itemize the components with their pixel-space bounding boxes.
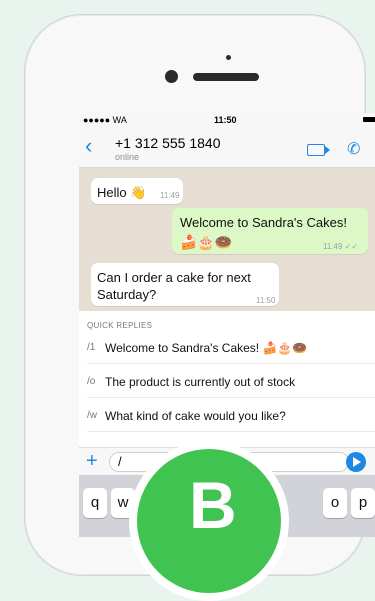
key-o[interactable]: o <box>323 488 347 518</box>
video-call-icon[interactable] <box>307 144 330 156</box>
message-text: Hello 👋 <box>97 185 147 200</box>
contact-status: online <box>115 152 140 162</box>
send-icon[interactable] <box>346 452 366 472</box>
message-emoji: 🍰🎂🍩 <box>180 234 233 250</box>
quick-reply-item[interactable]: /o The product is currently out of stock <box>87 367 375 398</box>
message-text: Can I order a cake for next Saturday? <box>97 270 251 302</box>
status-time: 11:50 <box>214 115 237 125</box>
speaker-grille-icon <box>193 73 259 81</box>
brand-logo-letter: B <box>189 468 237 542</box>
key-p[interactable]: p <box>351 488 375 518</box>
quick-reply-label: What kind of cake would you like? <box>105 409 286 423</box>
contact-name[interactable]: +1 312 555 1840 <box>115 135 221 151</box>
quick-replies-title: QUICK REPLIES <box>87 321 153 330</box>
proximity-sensor-icon <box>226 55 231 60</box>
quick-reply-label: The product is currently out of stock <box>105 375 296 389</box>
quick-reply-item[interactable]: /1 Welcome to Sandra's Cakes! 🍰🎂🍩 <box>87 333 375 364</box>
chat-header: ‹ +1 312 555 1840 online ✆ <box>79 127 375 168</box>
brand-logo-icon: B <box>129 441 289 601</box>
quick-reply-item[interactable]: /w What kind of cake would you like? <box>87 401 375 432</box>
quick-reply-shortcut: /w <box>87 410 97 421</box>
battery-icon <box>363 117 375 122</box>
message-bubble: Hello 👋 11:49 <box>91 178 183 204</box>
quick-reply-label: Welcome to Sandra's Cakes! 🍰🎂🍩 <box>105 341 308 355</box>
key-q[interactable]: q <box>83 488 107 518</box>
phone-call-icon[interactable]: ✆ <box>347 139 360 159</box>
message-text: Welcome to Sandra's Cakes! <box>180 215 347 230</box>
quick-reply-shortcut: /o <box>87 376 96 387</box>
message-time: 11:49 <box>160 191 180 200</box>
message-bubble: Can I order a cake for next Saturday? 11… <box>91 263 279 306</box>
message-bubble-outgoing: Welcome to Sandra's Cakes! 🍰🎂🍩 11:49 ✓✓ <box>172 208 368 254</box>
quick-reply-shortcut: /1 <box>87 342 96 353</box>
carrier-label: ●●●●● WA <box>83 115 127 125</box>
quick-replies-panel: QUICK REPLIES /1 Welcome to Sandra's Cak… <box>79 311 375 462</box>
front-camera-icon <box>165 70 178 83</box>
message-time: 11:49 ✓✓ <box>323 242 359 251</box>
message-time: 11:50 <box>256 296 276 305</box>
chevron-left-icon[interactable]: ‹ <box>85 135 92 157</box>
chat-area: Hello 👋 11:49 Welcome to Sandra's Cakes!… <box>79 168 375 311</box>
plus-icon[interactable]: + <box>86 450 98 473</box>
status-bar: ●●●●● WA 11:50 <box>79 113 375 127</box>
